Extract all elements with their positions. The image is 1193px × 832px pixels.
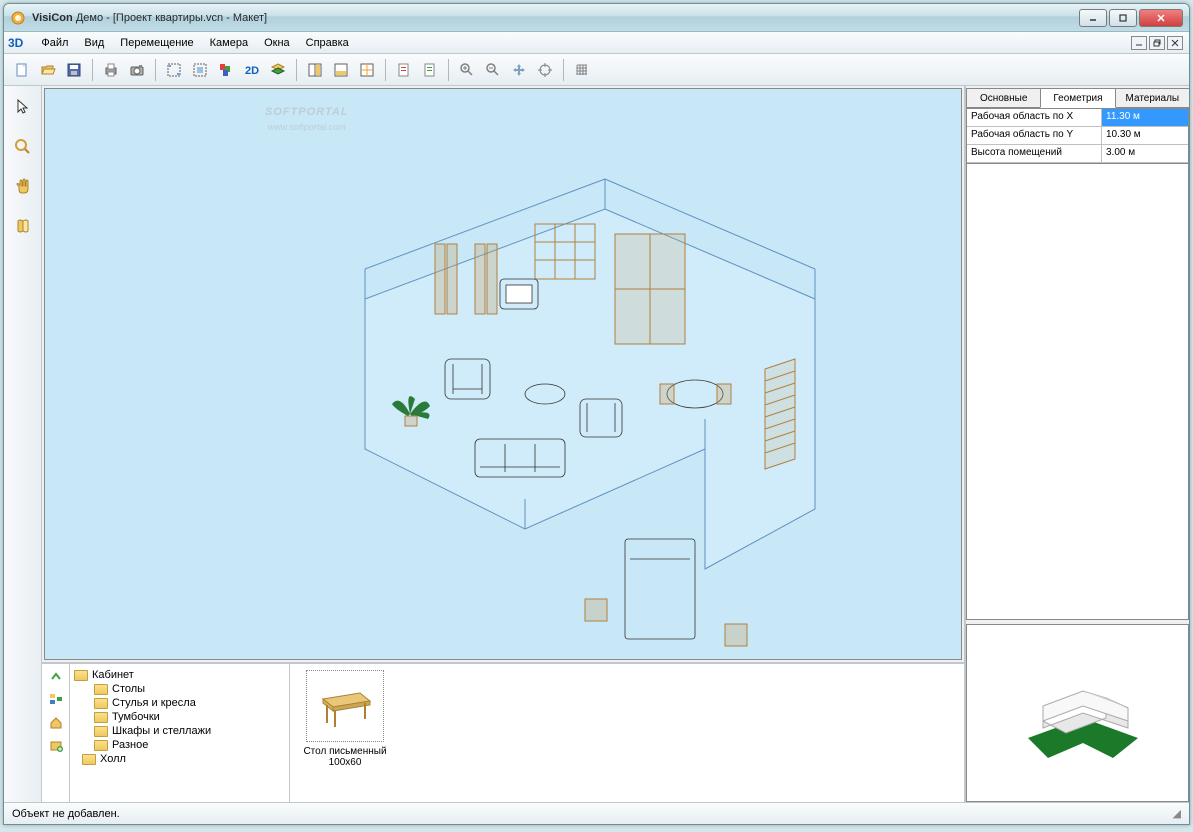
lib-tree-icon[interactable] bbox=[49, 693, 63, 710]
left-toolbar bbox=[4, 86, 42, 802]
folder-stoly[interactable]: Столы bbox=[74, 682, 285, 696]
view-2d-icon[interactable]: 2D bbox=[240, 58, 264, 82]
status-text: Объект не добавлен. bbox=[12, 808, 120, 820]
lib-up-icon[interactable] bbox=[49, 670, 63, 687]
mini-preview[interactable] bbox=[966, 624, 1189, 802]
mdi-close-button[interactable] bbox=[1167, 36, 1183, 50]
folder-icon bbox=[94, 698, 108, 709]
zoom-tool-icon[interactable] bbox=[10, 134, 36, 160]
minimize-button[interactable] bbox=[1079, 9, 1107, 27]
folder-icon bbox=[94, 726, 108, 737]
panel-bottom-icon[interactable] bbox=[329, 58, 353, 82]
color-add-icon[interactable] bbox=[214, 58, 238, 82]
camera-icon[interactable] bbox=[125, 58, 149, 82]
viewport-3d[interactable]: SOFTPORTAL www.softportal.com bbox=[44, 88, 962, 660]
logo-3d[interactable]: 3D bbox=[8, 36, 23, 50]
panel-grid-icon[interactable] bbox=[355, 58, 379, 82]
select-tool-icon[interactable] bbox=[10, 94, 36, 120]
folder-icon bbox=[94, 712, 108, 723]
app-icon bbox=[10, 10, 26, 26]
lib-home-icon[interactable] bbox=[49, 716, 63, 733]
object-desk[interactable]: Стол письменный 100х60 bbox=[300, 670, 390, 768]
window-title: VisiCon Демо - [Проект квартиры.vcn - Ма… bbox=[32, 12, 1079, 24]
doc-red-icon[interactable] bbox=[392, 58, 416, 82]
tab-geometry[interactable]: Геометрия bbox=[1040, 88, 1115, 108]
mini-preview-scene bbox=[988, 643, 1168, 783]
menu-file[interactable]: Файл bbox=[33, 34, 76, 52]
grid-icon[interactable] bbox=[570, 58, 594, 82]
folder-icon bbox=[94, 740, 108, 751]
properties-panel: Основные Геометрия Материалы Рабочая обл… bbox=[964, 86, 1189, 802]
tab-materials[interactable]: Материалы bbox=[1115, 88, 1189, 108]
layout-edit-icon[interactable] bbox=[162, 58, 186, 82]
menu-help[interactable]: Справка bbox=[298, 34, 357, 52]
doc-green-icon[interactable] bbox=[418, 58, 442, 82]
folder-icon bbox=[82, 754, 96, 765]
maximize-button[interactable] bbox=[1109, 9, 1137, 27]
object-label: Стол письменный 100х60 bbox=[300, 746, 390, 768]
prop-room-height[interactable]: Высота помещений 3.00 м bbox=[967, 145, 1188, 163]
folder-icon bbox=[74, 670, 88, 681]
layers-icon[interactable] bbox=[266, 58, 290, 82]
menu-windows[interactable]: Окна bbox=[256, 34, 298, 52]
resize-grip-icon[interactable]: ◢ bbox=[1173, 807, 1181, 820]
open-icon[interactable] bbox=[36, 58, 60, 82]
menu-move[interactable]: Перемещение bbox=[112, 34, 201, 52]
print-icon[interactable] bbox=[99, 58, 123, 82]
zoom-out-icon[interactable] bbox=[481, 58, 505, 82]
titlebar: VisiCon Демо - [Проект квартиры.vcn - Ма… bbox=[4, 4, 1189, 32]
scene-3d bbox=[45, 89, 945, 649]
target-icon[interactable] bbox=[533, 58, 557, 82]
library-tree[interactable]: Кабинет Столы Стулья и кресла Тумбочки Ш… bbox=[70, 664, 290, 802]
library-panel: Кабинет Столы Стулья и кресла Тумбочки Ш… bbox=[42, 662, 964, 802]
folder-kabinet[interactable]: Кабинет bbox=[74, 668, 285, 682]
pan-tool-icon[interactable] bbox=[10, 174, 36, 200]
save-icon[interactable] bbox=[62, 58, 86, 82]
folder-icon bbox=[94, 684, 108, 695]
menu-view[interactable]: Вид bbox=[76, 34, 112, 52]
new-icon[interactable] bbox=[10, 58, 34, 82]
library-objects: Стол письменный 100х60 bbox=[290, 664, 964, 802]
mdi-minimize-button[interactable] bbox=[1131, 36, 1147, 50]
mdi-restore-button[interactable] bbox=[1149, 36, 1165, 50]
statusbar: Объект не добавлен. ◢ bbox=[4, 802, 1189, 824]
close-button[interactable] bbox=[1139, 9, 1183, 27]
menubar: 3D Файл Вид Перемещение Камера Окна Спра… bbox=[4, 32, 1189, 54]
prop-work-area-x[interactable]: Рабочая область по X 11.30 м bbox=[967, 109, 1188, 127]
orbit-tool-icon[interactable] bbox=[10, 214, 36, 240]
panel-split-icon[interactable] bbox=[303, 58, 327, 82]
prop-work-area-y[interactable]: Рабочая область по Y 10.30 м bbox=[967, 127, 1188, 145]
folder-shkafy[interactable]: Шкафы и стеллажи bbox=[74, 724, 285, 738]
folder-raznoe[interactable]: Разное bbox=[74, 738, 285, 752]
zoom-in-icon[interactable] bbox=[455, 58, 479, 82]
folder-tumbochki[interactable]: Тумбочки bbox=[74, 710, 285, 724]
svg-text:2D: 2D bbox=[245, 65, 259, 77]
folder-hall[interactable]: Холл bbox=[74, 752, 285, 766]
move-icon[interactable] bbox=[507, 58, 531, 82]
tab-main[interactable]: Основные bbox=[966, 88, 1041, 108]
folder-stulya[interactable]: Стулья и кресла bbox=[74, 696, 285, 710]
toolbar: 2D bbox=[4, 54, 1189, 86]
desk-preview-icon bbox=[315, 681, 375, 731]
layout-view-icon[interactable] bbox=[188, 58, 212, 82]
menu-camera[interactable]: Камера bbox=[202, 34, 256, 52]
lib-add-icon[interactable] bbox=[49, 739, 63, 756]
